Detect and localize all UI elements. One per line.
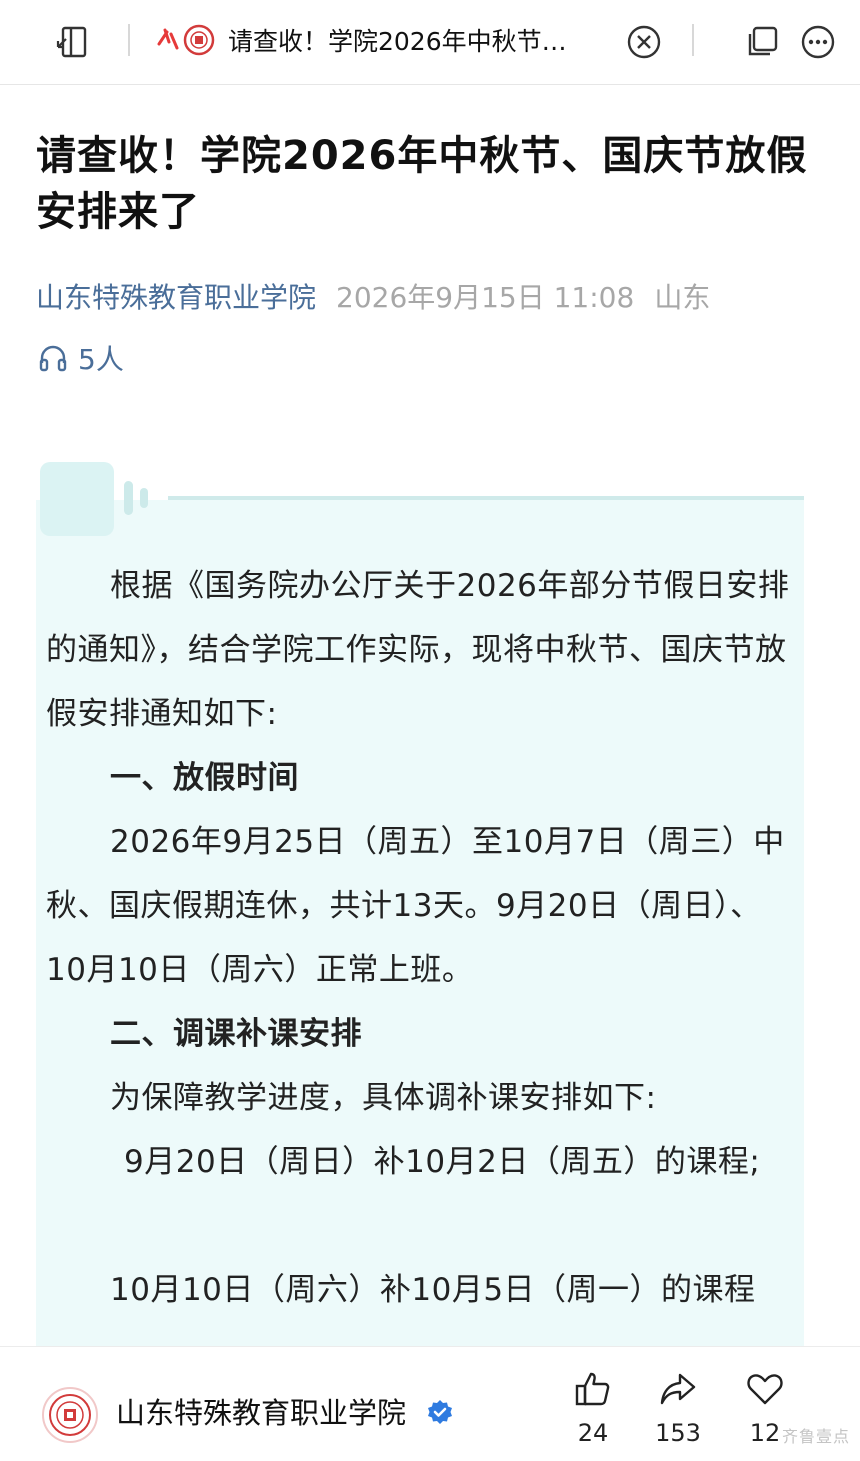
- copy-window-icon[interactable]: [740, 20, 784, 64]
- more-icon[interactable]: [796, 20, 840, 64]
- card-decoration-line: [168, 496, 804, 500]
- paragraph-holiday-time: 2026年9月25日（周五）至10月7日（周三）中秋、国庆假期连休，共计13天。…: [46, 824, 785, 988]
- account-avatar[interactable]: [42, 1387, 98, 1443]
- listen-button[interactable]: 5人: [38, 338, 124, 378]
- share-button[interactable]: 153: [648, 1369, 708, 1447]
- card-decoration: [140, 488, 148, 508]
- thumbs-up-icon: [575, 1372, 610, 1406]
- headphones-icon: [39, 345, 67, 372]
- listener-count: 5人: [78, 343, 124, 376]
- heart-icon: [747, 1374, 783, 1405]
- bottom-bar: 山东特殊教育职业学院 24 153 12 齐鲁壹点: [0, 1346, 860, 1461]
- college-logo-icon: [155, 22, 215, 58]
- paragraph-makeup-2: 10月10日（周六）补10月5日（周一）的课程: [110, 1272, 756, 1308]
- share-count: 153: [655, 1419, 701, 1447]
- like-button[interactable]: 24: [563, 1369, 623, 1447]
- author-link[interactable]: 山东特殊教育职业学院: [36, 281, 316, 314]
- close-icon[interactable]: [622, 20, 666, 64]
- heading-holiday-time: 一、放假时间: [110, 760, 299, 796]
- divider: [128, 24, 130, 56]
- like-count: 24: [577, 1419, 609, 1447]
- divider: [692, 24, 694, 56]
- paragraph-class-adjust: 为保障教学进度，具体调补课安排如下:: [110, 1080, 657, 1116]
- verified-badge-icon: [426, 1399, 454, 1431]
- card-decoration: [124, 481, 133, 515]
- paragraph-makeup-1: 9月20日（周日）补10月2日（周五）的课程;: [124, 1144, 761, 1180]
- article-meta: 山东特殊教育职业学院 2026年9月15日 11:08 山东: [36, 276, 826, 320]
- share-icon: [660, 1373, 696, 1405]
- account-name[interactable]: 山东特殊教育职业学院: [116, 1393, 406, 1433]
- card-decoration: [40, 462, 114, 536]
- watermark: 齐鲁壹点: [781, 1427, 850, 1446]
- tab-title[interactable]: 请查收！学院2026年中秋节…: [228, 22, 608, 62]
- publish-location: 山东: [654, 281, 711, 314]
- article-title: 请查收！学院2026年中秋节、国庆节放假安排来了: [36, 133, 808, 235]
- heading-class-adjust: 二、调课补课安排: [110, 1016, 362, 1052]
- paragraph-intro: 根据《国务院办公厅关于2026年部分节假日安排的通知》，结合学院工作实际，现将中…: [46, 568, 790, 732]
- split-screen-icon[interactable]: [50, 20, 94, 64]
- top-bar: 请查收！学院2026年中秋节…: [0, 0, 860, 85]
- publish-time: 2026年9月15日 11:08: [336, 281, 635, 314]
